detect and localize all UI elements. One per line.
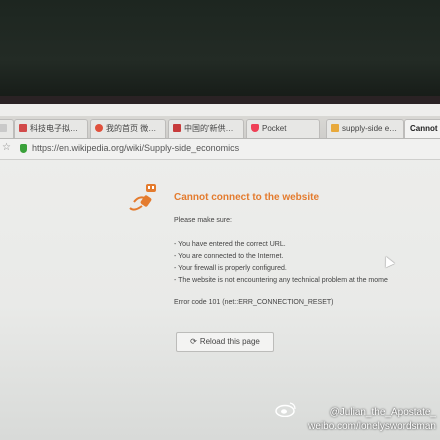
tab-partial[interactable] [0, 119, 14, 138]
browser-screen: 科技电子拟… 我的首页 微… 中国的'新供… Pocket supply-sid… [0, 104, 440, 440]
site-icon [173, 124, 181, 132]
tab-pocket[interactable]: Pocket [246, 119, 320, 138]
watermark-handle: @Julian_the_Apostate_ [329, 407, 436, 418]
error-intro: Please make sure: [174, 217, 232, 224]
page-icon [331, 124, 339, 132]
error-title: Cannot connect to the website [174, 192, 320, 203]
error-code: Error code 101 (net::ERR_CONNECTION_RESE… [174, 299, 334, 306]
pocket-icon [251, 124, 259, 132]
shield-icon [20, 144, 27, 153]
weibo-icon [95, 124, 103, 132]
tab-strip: 科技电子拟… 我的首页 微… 中国的'新供… Pocket supply-sid… [0, 116, 440, 139]
tab-china-supply[interactable]: 中国的'新供… [168, 119, 244, 138]
page-icon [0, 124, 7, 132]
tab-weibo-home[interactable]: 我的首页 微… [90, 119, 166, 138]
tab-supply-side[interactable]: supply-side e… [326, 119, 404, 138]
watermark: @Julian_the_Apostate_ weibo.com/lonelysw… [308, 406, 436, 434]
monitor-edge [0, 96, 440, 104]
site-icon [19, 124, 27, 132]
error-item: - You have entered the correct URL. [174, 241, 286, 248]
watermark-site: weibo.com/lonelyswordsman [308, 421, 436, 432]
tab-cannot-connect[interactable]: Cannot [404, 119, 440, 138]
reload-button[interactable]: ⟳ Reload this page [176, 332, 274, 352]
error-item: - Your firewall is properly configured. [174, 265, 287, 272]
error-item: - The website is not encountering any te… [174, 277, 388, 284]
reload-icon: ⟳ [190, 337, 197, 346]
address-bar[interactable]: ☆ https://en.wikipedia.org/wiki/Supply-s… [0, 139, 440, 160]
url-text[interactable]: https://en.wikipedia.org/wiki/Supply-sid… [32, 143, 239, 153]
mouse-cursor-icon [381, 254, 395, 268]
monitor-bezel [0, 0, 440, 100]
tab-keji[interactable]: 科技电子拟… [14, 119, 88, 138]
error-item: - You are connected to the Internet. [174, 253, 284, 260]
bookmark-star-icon[interactable]: ☆ [2, 142, 11, 153]
disconnected-plug-icon [129, 184, 156, 211]
weibo-logo-icon [275, 402, 296, 417]
